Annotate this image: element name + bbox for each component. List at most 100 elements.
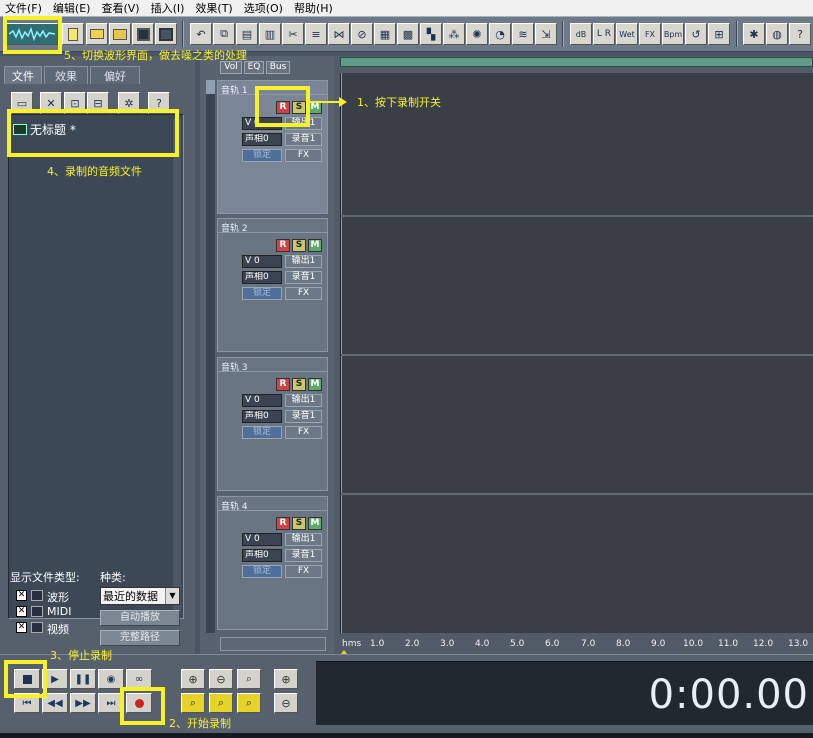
pause-button[interactable]: ❚❚: [70, 669, 96, 689]
tracks-scrollbar[interactable]: [206, 80, 215, 633]
fast-forward-button[interactable]: ▶▶: [70, 693, 96, 713]
record-arm-button[interactable]: R: [276, 378, 290, 391]
open-file-button[interactable]: [86, 23, 108, 45]
tracks-horizontal-scrollbar[interactable]: [220, 637, 326, 651]
kind-select[interactable]: 最近的数据 ▼: [100, 587, 180, 605]
record-arm-button[interactable]: R: [276, 517, 290, 530]
amplify-button[interactable]: ✺: [466, 23, 488, 45]
zoom-out-button[interactable]: ⊖: [209, 669, 233, 689]
noise-reduction-button[interactable]: ▚: [420, 23, 442, 45]
menu-help[interactable]: 帮助(H): [289, 0, 339, 16]
insert-silence-button[interactable]: ▦: [374, 23, 396, 45]
fx-button[interactable]: FX: [285, 149, 322, 162]
lock-button[interactable]: 锁定: [242, 149, 282, 162]
zoom-in-button[interactable]: ⊕: [181, 669, 205, 689]
loop-button[interactable]: ↺: [685, 23, 707, 45]
silence-button[interactable]: ⊘: [351, 23, 373, 45]
zoom-full-button[interactable]: ⌕: [237, 669, 261, 689]
open-append-button[interactable]: [109, 23, 131, 45]
fade-button[interactable]: ⇲: [535, 23, 557, 45]
checkbox-waveform[interactable]: ✕: [16, 590, 27, 601]
marker-button[interactable]: ⊞: [708, 23, 730, 45]
menu-view[interactable]: 查看(V): [96, 0, 145, 16]
trim-button[interactable]: ≡: [305, 23, 327, 45]
record-input-button[interactable]: 录音1: [285, 271, 322, 284]
menu-effects[interactable]: 效果(T): [190, 0, 238, 16]
bpm-button[interactable]: Bpm: [662, 23, 684, 45]
checkbox-video[interactable]: ✕: [16, 622, 27, 633]
copy-button[interactable]: ⧉: [213, 23, 235, 45]
zoom-in-vertical-button[interactable]: ⊕: [274, 669, 298, 689]
auto-play-button[interactable]: 自动播放: [100, 610, 180, 626]
fx-button[interactable]: FX: [639, 23, 661, 45]
file-list-scrollbar[interactable]: [173, 119, 181, 614]
lock-button[interactable]: 锁定: [242, 287, 282, 300]
zoom-left-button[interactable]: ⌕: [181, 693, 205, 713]
envelope-button[interactable]: ⋈: [328, 23, 350, 45]
cut-button[interactable]: ▤: [236, 23, 258, 45]
fx-button[interactable]: FX: [285, 426, 322, 439]
filter-button[interactable]: ⁂: [443, 23, 465, 45]
tab-effects[interactable]: 效果: [44, 66, 88, 84]
paste-button[interactable]: ▥: [259, 23, 281, 45]
volume-field[interactable]: V 0: [242, 533, 282, 546]
scrollbar-thumb[interactable]: [206, 80, 215, 94]
loop-play-button[interactable]: ∞: [126, 669, 152, 689]
help-button[interactable]: ?: [789, 23, 811, 45]
mute-button[interactable]: M: [308, 517, 322, 530]
solo-button[interactable]: S: [292, 517, 306, 530]
pan-field[interactable]: 声相0: [242, 133, 282, 146]
play-from-cursor-button[interactable]: ◉: [98, 669, 124, 689]
record-arm-button[interactable]: R: [276, 239, 290, 252]
lock-button[interactable]: 锁定: [242, 426, 282, 439]
undo-button[interactable]: ↶: [190, 23, 212, 45]
convert-button[interactable]: ▩: [397, 23, 419, 45]
mix-paste-button[interactable]: ✂: [282, 23, 304, 45]
tab-files[interactable]: 文件: [4, 66, 42, 84]
record-input-button[interactable]: 录音1: [285, 133, 322, 146]
zoom-out-vertical-button[interactable]: ⊖: [274, 693, 298, 713]
pan-field[interactable]: 声相0: [242, 271, 282, 284]
zoom-right-button[interactable]: ⌕: [209, 693, 233, 713]
tab-eq[interactable]: EQ: [244, 61, 264, 74]
volume-field[interactable]: V 0: [242, 394, 282, 407]
menu-file[interactable]: 文件(F): [0, 0, 48, 16]
dynamics-button[interactable]: ≋: [512, 23, 534, 45]
checkbox-midi[interactable]: ✕: [16, 606, 27, 617]
properties-button[interactable]: ✱: [743, 23, 765, 45]
solo-button[interactable]: S: [292, 378, 306, 391]
volume-field[interactable]: V 0: [242, 255, 282, 268]
wet-button[interactable]: Wet: [616, 23, 638, 45]
output-button[interactable]: 输出1: [285, 394, 322, 407]
mute-button[interactable]: M: [308, 239, 322, 252]
menu-insert[interactable]: 插入(I): [146, 0, 191, 16]
mute-button[interactable]: M: [308, 378, 322, 391]
fx-button[interactable]: FX: [285, 287, 322, 300]
tab-bus[interactable]: Bus: [266, 61, 290, 74]
record-settings-button[interactable]: ◍: [766, 23, 788, 45]
save-button[interactable]: [132, 23, 154, 45]
tab-preferences[interactable]: 偏好: [90, 66, 140, 84]
normalize-button[interactable]: ◔: [489, 23, 511, 45]
fx-button[interactable]: FX: [285, 565, 322, 578]
pan-button[interactable]: L R: [593, 23, 615, 45]
output-button[interactable]: 输出1: [285, 255, 322, 268]
output-button[interactable]: 输出1: [285, 533, 322, 546]
zoom-selection-button[interactable]: ⌕: [237, 693, 261, 713]
lock-button[interactable]: 锁定: [242, 565, 282, 578]
save-all-button[interactable]: [155, 23, 177, 45]
time-ruler[interactable]: hms 1.0 2.0 3.0 4.0 5.0 6.0 7.0 8.0 9.0 …: [340, 633, 813, 650]
record-input-button[interactable]: 录音1: [285, 410, 322, 423]
db-button[interactable]: dB: [570, 23, 592, 45]
record-input-button[interactable]: 录音1: [285, 549, 322, 562]
overview-bar[interactable]: [340, 57, 813, 67]
solo-button[interactable]: S: [292, 239, 306, 252]
new-file-button[interactable]: [62, 23, 84, 45]
toolbar-separator: [182, 21, 184, 47]
track-lanes[interactable]: [340, 73, 813, 633]
menu-edit[interactable]: 编辑(E): [48, 0, 97, 16]
pan-field[interactable]: 声相0: [242, 410, 282, 423]
menu-options[interactable]: 选项(O): [239, 0, 289, 16]
full-path-button[interactable]: 完整路径: [100, 630, 180, 646]
pan-field[interactable]: 声相0: [242, 549, 282, 562]
